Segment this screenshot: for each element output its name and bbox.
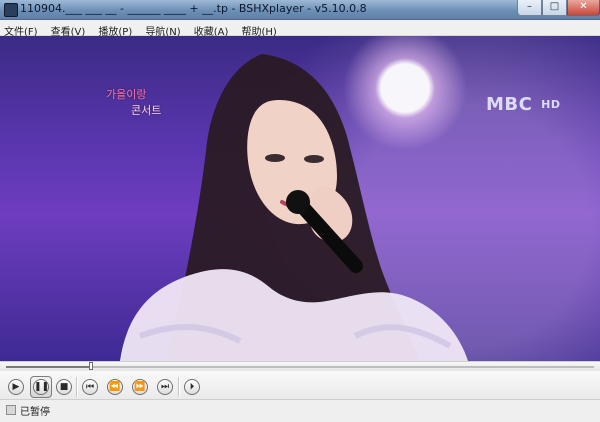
stop-icon: ■: [59, 382, 69, 392]
control-separator: [76, 377, 77, 397]
control-separator: [178, 377, 179, 397]
minimize-icon: –: [527, 1, 532, 12]
frame-step-icon: ⏵: [189, 382, 195, 392]
app-icon: [4, 3, 18, 17]
broadcaster-logo: MBC HD: [486, 94, 560, 115]
window-title: 110904.___ ___ __ - ______ ____ + __.tp …: [20, 2, 367, 15]
maximize-button[interactable]: □: [542, 0, 567, 16]
seek-thumb[interactable]: [89, 362, 93, 370]
status-text: 已暂停: [20, 407, 50, 418]
pause-button[interactable]: ❚❚: [30, 376, 52, 398]
video-singer-image: [120, 54, 468, 361]
pause-icon-wrapper: ❚❚: [33, 379, 49, 395]
maximize-icon: □: [549, 1, 560, 12]
title-bar[interactable]: 110904.___ ___ __ - ______ ____ + __.tp …: [0, 0, 600, 20]
menu-bar: 文件(F) 查看(V) 播放(P) 导航(N) 收藏(A) 帮助(H): [0, 20, 600, 38]
rewind-icon: ⏪: [109, 382, 121, 392]
next-icon: ⏭: [160, 382, 170, 392]
playback-controls: ▶ ❚❚ ■ ⏮ ⏪ ⏩ ⏭ ⏵: [0, 371, 600, 400]
close-button[interactable]: ✕: [567, 0, 600, 16]
frame-step-button[interactable]: ⏵: [184, 379, 200, 395]
broadcaster-logo-suffix: HD: [541, 98, 561, 111]
bshx-player-window: 110904.___ ___ __ - ______ ____ + __.tp …: [0, 0, 600, 422]
fast-forward-icon: ⏩: [134, 382, 146, 392]
broadcaster-logo-main: MBC: [486, 94, 533, 115]
minimize-button[interactable]: –: [517, 0, 542, 16]
seek-progress-fill: [6, 366, 91, 368]
play-icon: ▶: [12, 382, 20, 392]
play-button[interactable]: ▶: [8, 379, 24, 395]
previous-button[interactable]: ⏮: [82, 379, 98, 395]
previous-icon: ⏮: [85, 382, 95, 392]
close-icon: ✕: [579, 1, 588, 12]
program-logo-line2: 콘서트: [131, 104, 162, 117]
video-frame[interactable]: 가을이랑 콘서트 MBC HD: [0, 36, 600, 361]
program-logo-line1: 가을이랑: [106, 88, 147, 101]
pause-icon: ❚❚: [34, 382, 50, 392]
program-logo: 가을이랑 콘서트: [106, 86, 184, 118]
status-bar: 已暂停: [0, 400, 600, 422]
status-icon: [6, 405, 16, 415]
rewind-button[interactable]: ⏪: [107, 379, 123, 395]
fast-forward-button[interactable]: ⏩: [132, 379, 148, 395]
seek-track[interactable]: [6, 362, 594, 370]
stop-button[interactable]: ■: [56, 379, 72, 395]
next-button[interactable]: ⏭: [157, 379, 173, 395]
seek-bar[interactable]: [0, 361, 600, 371]
